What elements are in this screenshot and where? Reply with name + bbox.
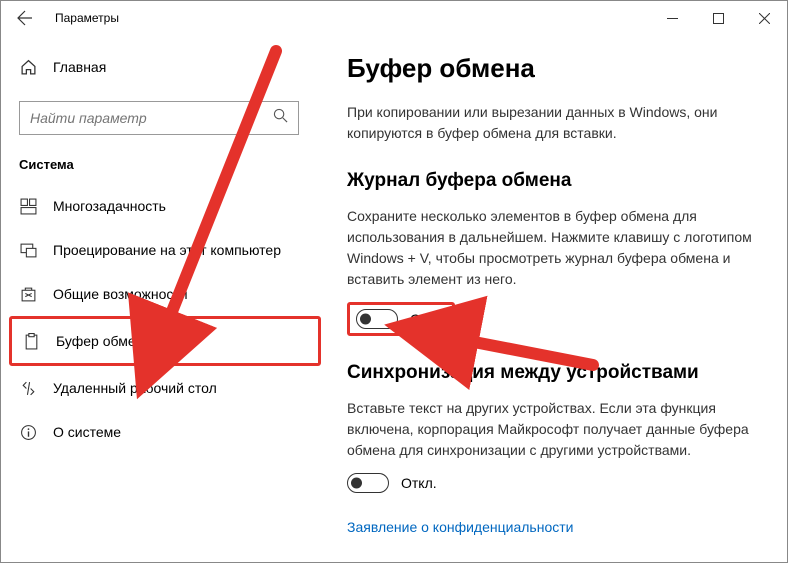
toggle-knob xyxy=(360,314,371,325)
window-title: Параметры xyxy=(55,11,119,25)
minimize-button[interactable] xyxy=(649,1,695,35)
titlebar: Параметры xyxy=(1,1,787,35)
sidebar-item-multitasking[interactable]: Многозадачность xyxy=(1,184,301,228)
close-icon xyxy=(759,13,770,24)
search-input[interactable] xyxy=(30,110,273,126)
clipboard-icon xyxy=(22,333,40,350)
sidebar: Главная Система Многозадачность Проециро… xyxy=(1,35,319,562)
history-toggle-highlight: Откл. xyxy=(347,302,455,336)
search-icon xyxy=(273,108,288,128)
maximize-icon xyxy=(713,13,724,24)
toggle-knob xyxy=(351,478,362,489)
sidebar-item-label: О системе xyxy=(53,424,121,440)
close-button[interactable] xyxy=(741,1,787,35)
back-button[interactable] xyxy=(1,1,49,35)
arrow-left-icon xyxy=(17,10,33,26)
home-label: Главная xyxy=(53,59,106,75)
remote-desktop-icon xyxy=(19,380,37,397)
home-icon xyxy=(19,59,37,76)
sidebar-section-title: Система xyxy=(19,157,319,172)
info-icon xyxy=(19,424,37,441)
privacy-link[interactable]: Заявление о конфиденциальности xyxy=(347,519,759,535)
sidebar-item-about[interactable]: О системе xyxy=(1,410,301,454)
minimize-icon xyxy=(667,13,678,24)
sidebar-item-label: Многозадачность xyxy=(53,198,166,214)
sidebar-item-projecting[interactable]: Проецирование на этот компьютер xyxy=(1,228,301,272)
history-toggle-label: Откл. xyxy=(410,311,446,327)
sidebar-item-label: Буфер обмена xyxy=(56,333,151,349)
shared-icon xyxy=(19,286,37,303)
sidebar-item-remote-desktop[interactable]: Удаленный рабочий стол xyxy=(1,366,301,410)
history-toggle[interactable] xyxy=(356,309,398,329)
sidebar-item-label: Общие возможности xyxy=(53,286,188,302)
projecting-icon xyxy=(19,242,37,259)
sync-title: Синхронизация между устройствами xyxy=(347,362,759,384)
search-box[interactable] xyxy=(19,101,299,135)
home-nav[interactable]: Главная xyxy=(19,49,319,85)
multitasking-icon xyxy=(19,198,37,215)
maximize-button[interactable] xyxy=(695,1,741,35)
sidebar-item-label: Проецирование на этот компьютер xyxy=(53,242,281,258)
sidebar-item-clipboard[interactable]: Буфер обмена xyxy=(9,316,321,366)
sidebar-item-label: Удаленный рабочий стол xyxy=(53,380,217,396)
history-desc: Сохраните несколько элементов в буфер об… xyxy=(347,206,759,290)
sidebar-item-shared[interactable]: Общие возможности xyxy=(1,272,301,316)
main-content: Буфер обмена При копировании или вырезан… xyxy=(319,35,787,562)
sync-toggle-label: Откл. xyxy=(401,475,437,491)
sync-desc: Вставьте текст на других устройствах. Ес… xyxy=(347,398,759,461)
page-title: Буфер обмена xyxy=(347,53,759,84)
sync-toggle[interactable] xyxy=(347,473,389,493)
history-title: Журнал буфера обмена xyxy=(347,170,759,192)
page-intro: При копировании или вырезании данных в W… xyxy=(347,102,747,144)
